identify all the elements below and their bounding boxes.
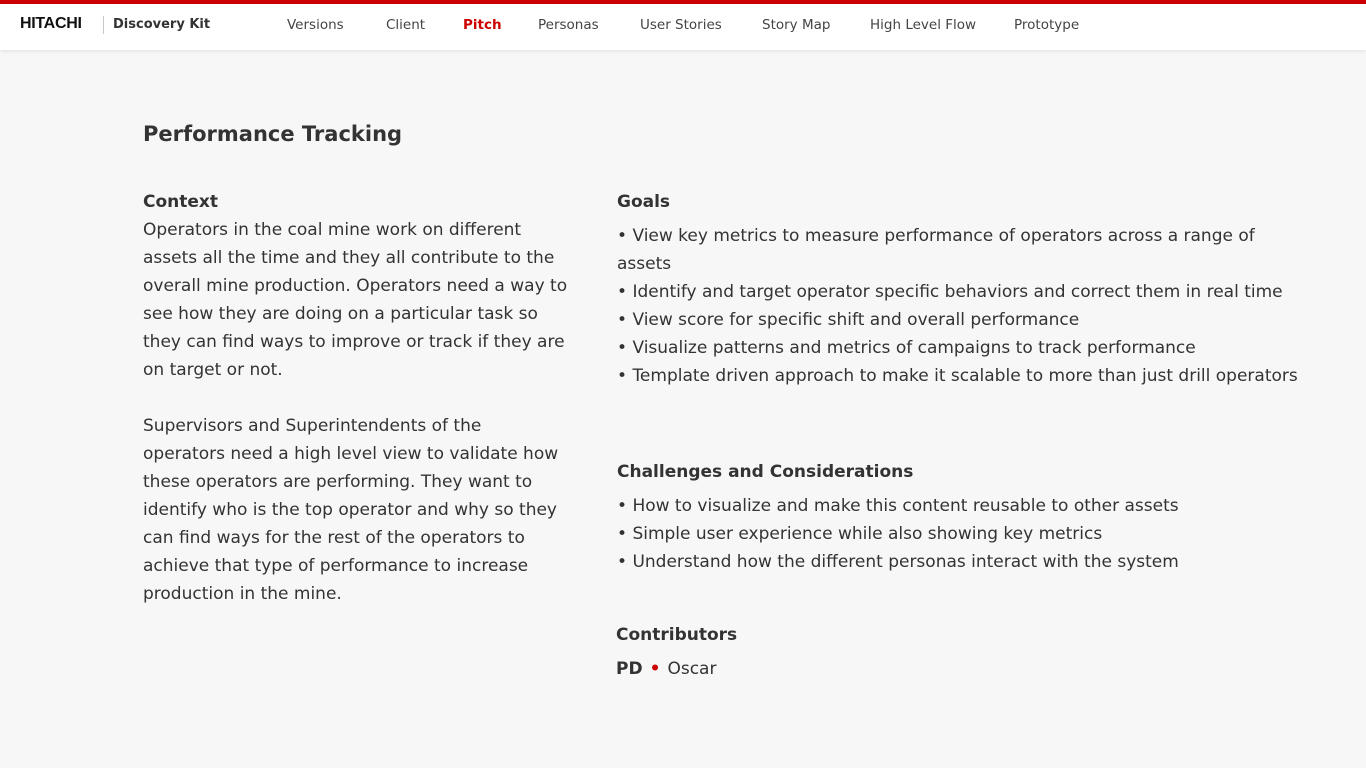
- contributor-role: PD: [616, 659, 643, 679]
- tab-personas[interactable]: Personas: [538, 17, 599, 33]
- goals-heading: Goals: [617, 192, 671, 212]
- goal-item: View key metrics to measure performance …: [617, 222, 1307, 278]
- contributors-heading: Contributors: [616, 625, 738, 645]
- tab-prototype[interactable]: Prototype: [1014, 17, 1079, 33]
- challenges-list: How to visualize and make this content r…: [617, 492, 1307, 576]
- top-navigation-bar: HITACHI Discovery Kit Versions Client Pi…: [0, 4, 1366, 50]
- context-heading: Context: [143, 192, 219, 212]
- context-paragraph-1: Operators in the coal mine work on diffe…: [143, 220, 568, 380]
- challenge-item: How to visualize and make this content r…: [617, 492, 1307, 520]
- challenges-heading: Challenges and Considerations: [617, 462, 914, 482]
- brand-logo[interactable]: HITACHI: [20, 15, 82, 33]
- tab-client[interactable]: Client: [386, 17, 425, 33]
- goal-item: View score for specific shift and overal…: [617, 306, 1307, 334]
- challenge-item: Simple user experience while also showin…: [617, 520, 1307, 548]
- tab-story-map[interactable]: Story Map: [762, 17, 830, 33]
- page-title: Performance Tracking: [143, 122, 403, 146]
- tab-versions[interactable]: Versions: [287, 17, 344, 33]
- logo-divider: [103, 16, 104, 34]
- tab-high-level-flow[interactable]: High Level Flow: [870, 17, 976, 33]
- goal-item: Identify and target operator specific be…: [617, 278, 1307, 306]
- goal-item: Visualize patterns and metrics of campai…: [617, 334, 1307, 362]
- product-name[interactable]: Discovery Kit: [113, 17, 210, 32]
- contributor-name: Oscar: [667, 659, 717, 679]
- contributor-entry: PD • Oscar: [616, 657, 716, 681]
- context-paragraph-2: Supervisors and Superintendents of the o…: [143, 416, 559, 604]
- goals-list: View key metrics to measure performance …: [617, 222, 1307, 390]
- active-tab-indicator: [444, 0, 520, 3]
- tab-user-stories[interactable]: User Stories: [640, 17, 722, 33]
- challenge-item: Understand how the different personas in…: [617, 548, 1307, 576]
- tab-pitch[interactable]: Pitch: [463, 17, 502, 33]
- goal-item: Template driven approach to make it scal…: [617, 362, 1307, 390]
- contributor-separator: •: [649, 659, 661, 679]
